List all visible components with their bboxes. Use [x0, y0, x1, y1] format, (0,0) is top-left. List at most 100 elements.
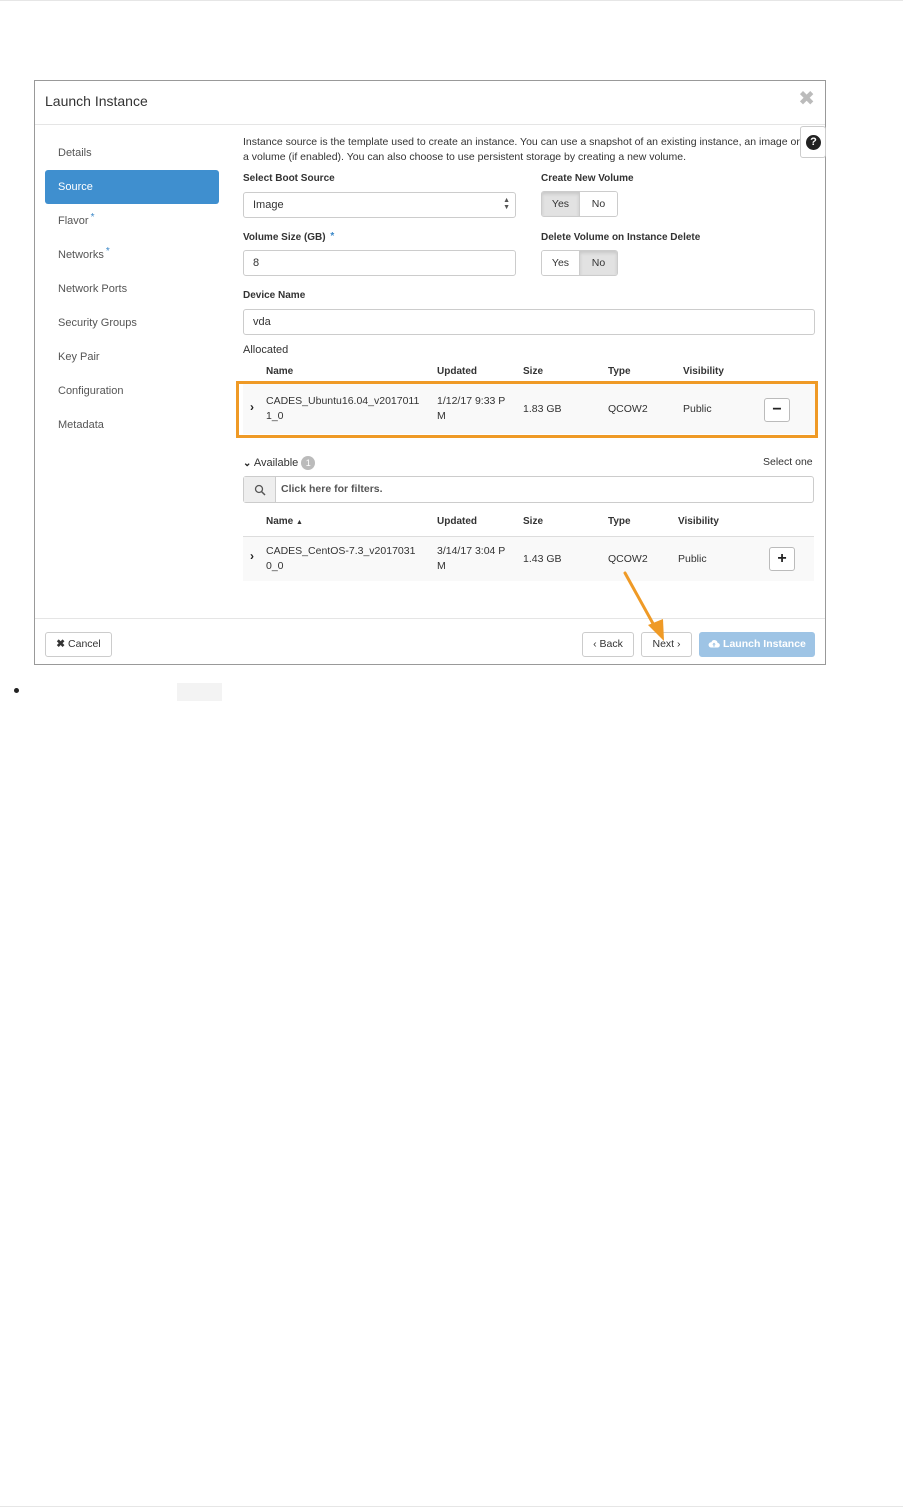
sidebar-item-label: Metadata — [58, 419, 104, 431]
sidebar-item-label: Security Groups — [58, 317, 137, 329]
available-header-name-text: Name — [266, 516, 294, 527]
top-divider — [0, 0, 903, 1]
allocated-size: 1.83 GB — [523, 403, 562, 415]
launch-instance-modal: Launch Instance ✖ Details Source Flavor *… — [34, 80, 826, 665]
launch-instance-button[interactable]: Launch Instance — [699, 632, 815, 657]
sidebar-item-label: Key Pair — [58, 351, 100, 363]
filter-addon — [244, 477, 276, 502]
boot-source-label: Select Boot Source — [243, 173, 335, 184]
modal-header: Launch Instance ✖ — [35, 81, 825, 125]
allocated-visibility: Public — [683, 403, 712, 415]
allocated-header-visibility: Visibility — [683, 366, 724, 377]
sidebar-item-label: Flavor — [58, 215, 89, 227]
sidebar-item-label: Configuration — [58, 385, 124, 397]
available-header-updated: Updated — [437, 516, 477, 527]
sidebar-item-label: Network Ports — [58, 283, 128, 295]
annotation-arrow — [623, 571, 664, 641]
device-name-label: Device Name — [243, 290, 306, 301]
launch-instance-label: Launch Instance — [723, 638, 806, 650]
deallocate-button[interactable]: − — [764, 398, 790, 422]
volume-size-input[interactable]: 8 — [243, 250, 516, 276]
sidebar-item-metadata[interactable]: Metadata — [45, 408, 219, 442]
wizard-sidebar: Details Source Flavor * Networks * Network… — [45, 136, 219, 442]
chevron-down-icon: ⌄ — [243, 457, 252, 469]
available-header-type: Type — [608, 516, 631, 527]
table-row: › CADES_Ubuntu16.04_v2017011 1_0 1/12/17 … — [243, 384, 815, 434]
available-type: QCOW2 — [608, 553, 648, 565]
allocated-header-updated: Updated — [437, 366, 477, 377]
volume-size-value: 8 — [253, 257, 260, 269]
sidebar-item-key-pair[interactable]: Key Pair — [45, 340, 219, 374]
available-count-badge: 1 — [301, 456, 316, 470]
device-name-value: vda — [253, 316, 271, 328]
allocated-header-name: Name — [266, 366, 294, 377]
modal-title: Launch Instance — [45, 93, 148, 109]
select-updown-icon: ▲ ▼ — [503, 197, 510, 211]
close-icon[interactable]: ✖ — [798, 86, 815, 111]
sidebar-item-label: Networks — [58, 249, 104, 261]
delete-volume-toggle: Yes No — [541, 250, 618, 276]
available-updated-line2: M — [437, 560, 446, 572]
delete-volume-yes-button[interactable]: Yes — [542, 251, 579, 275]
available-name: CADES_CentOS-7.3_v2017031 0_0 — [266, 544, 415, 574]
cancel-button-label: Cancel — [68, 638, 101, 650]
sidebar-item-network-ports[interactable]: Network Ports — [45, 272, 219, 306]
footer-divider — [35, 618, 825, 619]
allocate-button[interactable]: + — [769, 547, 795, 571]
cancel-x-icon: ✖ — [56, 638, 66, 650]
sidebar-item-details[interactable]: Details — [45, 136, 219, 170]
available-visibility: Public — [678, 553, 707, 565]
available-header-visibility: Visibility — [678, 516, 719, 527]
sidebar-item-label: Source — [58, 181, 93, 193]
boot-source-value: Image — [253, 199, 284, 211]
allocated-name-line2: 1_0 — [266, 410, 284, 422]
delete-volume-label: Delete Volume on Instance Delete — [541, 232, 701, 243]
sidebar-item-networks[interactable]: Networks * — [45, 238, 219, 272]
help-button[interactable]: ? — [800, 126, 826, 158]
available-updated: 3/14/17 3:04 P M — [437, 544, 505, 574]
device-name-input[interactable]: vda — [243, 309, 815, 335]
available-name-line1: CADES_CentOS-7.3_v2017031 — [266, 545, 416, 557]
expand-chevron-icon[interactable]: › — [250, 400, 254, 414]
available-header-name[interactable]: Name ▲ — [266, 516, 303, 527]
allocated-updated: 1/12/17 9:33 P M — [437, 394, 505, 424]
allocated-header-size: Size — [523, 366, 544, 377]
available-name-line2: 0_0 — [266, 560, 284, 572]
filter-input[interactable]: Click here for filters. — [281, 483, 383, 495]
expand-chevron-icon[interactable]: › — [250, 549, 254, 563]
inline-code-snippet — [177, 683, 222, 701]
allocated-updated-line2: M — [437, 410, 446, 422]
sidebar-item-source[interactable]: Source — [45, 170, 219, 204]
question-circle-icon: ? — [806, 135, 821, 150]
filter-bar: Click here for filters. — [243, 476, 814, 503]
sidebar-item-configuration[interactable]: Configuration — [45, 374, 219, 408]
available-label: Available — [253, 456, 299, 469]
list-bullet — [14, 688, 19, 693]
delete-volume-no-button[interactable]: No — [579, 251, 617, 275]
available-toggle[interactable]: ⌄ Available 1 — [243, 456, 316, 470]
sidebar-item-security-groups[interactable]: Security Groups — [45, 306, 219, 340]
bottom-divider — [0, 1506, 903, 1507]
table-row: › CADES_CentOS-7.3_v2017031 0_0 3/14/17 3… — [243, 536, 814, 581]
allocated-name: CADES_Ubuntu16.04_v2017011 1_0 — [266, 394, 419, 424]
available-header-size: Size — [523, 516, 544, 527]
source-description: Instance source is the template used to … — [243, 136, 800, 163]
allocated-updated-line1: 1/12/17 9:33 P — [437, 395, 506, 407]
allocated-name-line1: CADES_Ubuntu16.04_v2017011 — [266, 395, 420, 407]
available-updated-line1: 3/14/17 3:04 P — [437, 545, 506, 557]
available-size: 1.43 GB — [523, 553, 562, 565]
allocated-type: QCOW2 — [608, 403, 648, 415]
boot-source-select[interactable]: Image ▲ ▼ — [243, 192, 516, 218]
create-volume-yes-button[interactable]: Yes — [542, 192, 579, 216]
cloud-upload-icon — [708, 640, 720, 648]
required-marker: * — [90, 212, 95, 223]
volume-size-label-text: Volume Size (GB) — [243, 232, 326, 243]
sidebar-item-flavor[interactable]: Flavor * — [45, 204, 219, 238]
cancel-button[interactable]: ✖ Cancel — [45, 632, 112, 657]
select-one-hint: Select one — [763, 456, 813, 468]
volume-size-label: Volume Size (GB) * — [243, 232, 334, 244]
create-volume-toggle: Yes No — [541, 191, 618, 217]
required-marker: * — [105, 246, 110, 257]
create-volume-label: Create New Volume — [541, 173, 634, 184]
create-volume-no-button[interactable]: No — [579, 192, 617, 216]
